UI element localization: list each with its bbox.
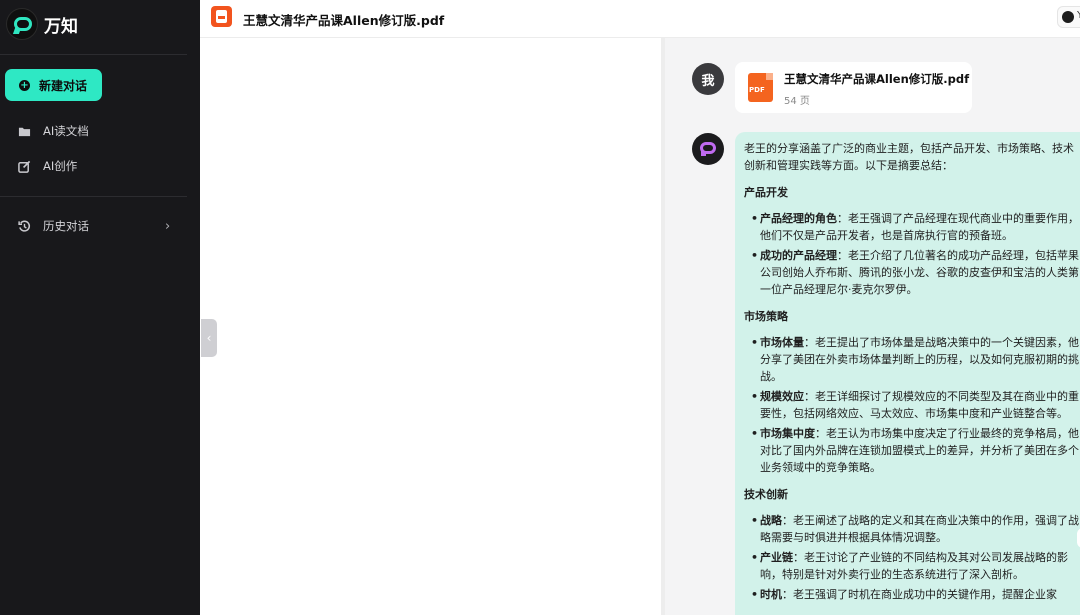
user-menu-button[interactable]: Y: [1057, 6, 1080, 28]
app-logo-icon: [6, 8, 38, 40]
bullet-list: 市场体量：老王提出了市场体量是战略决策中的一个关键因素，他分享了美团在外卖市场体…: [751, 334, 1080, 476]
chevron-right-icon[interactable]: ›: [165, 219, 170, 234]
attached-file-pages: 54 页: [784, 96, 810, 107]
sidebar-item-label: AI读文档: [43, 124, 89, 138]
list-item: 市场集中度：老王认为市场集中度决定了行业最终的竞争格局，他对比了国内外品牌在连锁…: [751, 425, 1080, 476]
list-item: 成功的产品经理：老王介绍了几位著名的成功产品经理，包括苹果公司创始人乔布斯、腾讯…: [751, 247, 1080, 298]
sidebar-item-ai-read-docs[interactable]: AI读文档: [18, 123, 89, 139]
plus-icon: +: [19, 79, 30, 91]
collapse-panel-button[interactable]: ‹: [201, 319, 217, 357]
user-avatar: 我: [692, 63, 724, 95]
folder-icon: [18, 127, 31, 136]
attached-file-card[interactable]: PDF 王慧文清华产品课Allen修订版.pdf 54 页: [735, 62, 972, 113]
list-item: 市场体量：老王提出了市场体量是战略决策中的一个关键因素，他分享了美团在外卖市场体…: [751, 334, 1080, 385]
edit-icon: [18, 160, 31, 173]
section-heading: 市场策略: [744, 310, 788, 323]
document-title: 王慧文清华产品课Allen修订版.pdf: [243, 13, 445, 28]
list-item: 规模效应：老王详细探讨了规模效应的不同类型及其在商业中的重要性，包括网络效应、马…: [751, 388, 1080, 422]
pdf-file-icon: [211, 6, 232, 27]
assistant-message: 老王的分享涵盖了广泛的商业主题，包括产品开发、市场策略、技术创新和管理实践等方面…: [735, 132, 1080, 615]
bullet-list: 产品经理的角色：老王强调了产品经理在现代商业中的重要作用，他们不仅是产品开发者，…: [751, 210, 1080, 298]
list-item: 产品经理的角色：老王强调了产品经理在现代商业中的重要作用，他们不仅是产品开发者，…: [751, 210, 1080, 244]
document-header: 王慧文清华产品课Allen修订版.pdf Y: [200, 0, 1080, 38]
assistant-avatar: [692, 133, 724, 165]
list-item: 产业链：老王讨论了产业链的不同结构及其对公司发展战略的影响，特别是针对外卖行业的…: [751, 549, 1080, 583]
section-heading: 技术创新: [744, 488, 788, 501]
sidebar-item-label: 历史对话: [43, 219, 89, 233]
bullet-list: 战略：老王阐述了战略的定义和其在商业决策中的作用，强调了战略需要与时俱进并根据具…: [751, 512, 1080, 603]
chevron-left-icon: ‹: [206, 331, 212, 345]
history-clock-icon: [18, 220, 30, 232]
attached-file-name: 王慧文清华产品课Allen修订版.pdf: [784, 72, 970, 86]
section-heading: 产品开发: [744, 186, 788, 199]
list-item: 时机：老王强调了时机在商业成功中的关键作用，提醒企业家: [751, 586, 1080, 603]
pdf-file-icon: PDF: [748, 73, 773, 102]
chat-pane: 我 PDF 王慧文清华产品课Allen修订版.pdf 54 页 老王的分享涵盖了…: [665, 38, 1080, 615]
sidebar-divider: [0, 54, 187, 55]
message-intro: 老王的分享涵盖了广泛的商业主题，包括产品开发、市场策略、技术创新和管理实践等方面…: [744, 142, 1074, 172]
file-type-label: PDF: [749, 86, 765, 94]
new-chat-button[interactable]: + 新建对话: [5, 69, 102, 101]
list-item: 战略：老王阐述了战略的定义和其在商业决策中的作用，强调了战略需要与时俱进并根据具…: [751, 512, 1080, 546]
sidebar-item-history[interactable]: 历史对话: [18, 218, 89, 234]
brand[interactable]: 万知: [6, 8, 78, 40]
sidebar-divider: [0, 196, 187, 197]
sidebar: 万知 + 新建对话 AI读文档 AI创作 历史对话 ›: [0, 0, 200, 615]
sidebar-item-label: AI创作: [43, 159, 78, 173]
app-name: 万知: [44, 16, 78, 37]
sidebar-item-ai-create[interactable]: AI创作: [18, 158, 77, 174]
user-avatar-icon: [1062, 11, 1074, 23]
new-chat-label: 新建对话: [39, 78, 88, 93]
